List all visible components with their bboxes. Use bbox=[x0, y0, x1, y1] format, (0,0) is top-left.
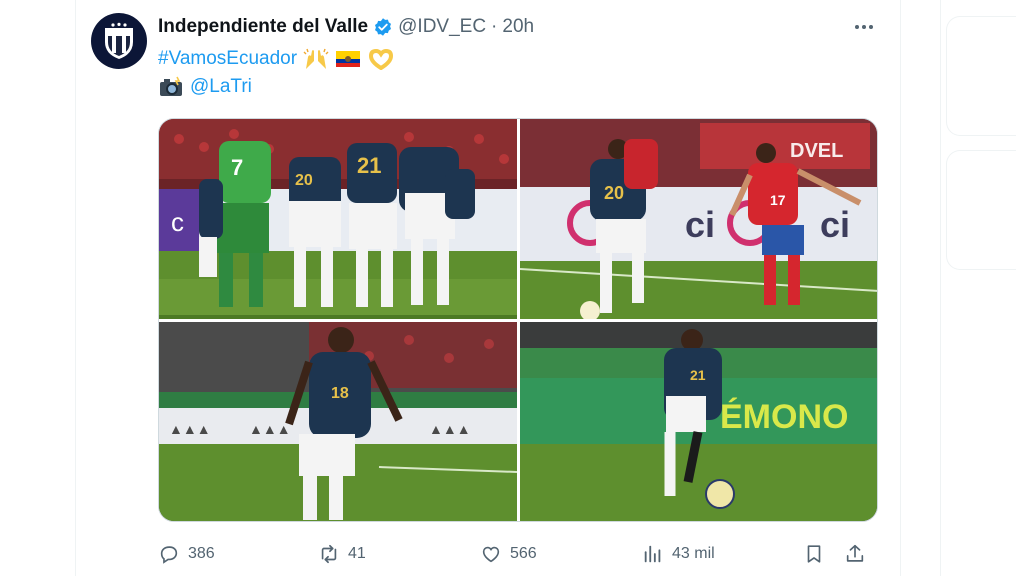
tweet-header: Independiente del Valle @IDV_EC · 20h bbox=[158, 14, 534, 40]
heart-hands-emoji bbox=[367, 48, 395, 70]
views-chart-icon bbox=[644, 545, 661, 563]
avatar[interactable] bbox=[91, 13, 147, 69]
reply-icon bbox=[160, 546, 178, 564]
bookmark-button[interactable] bbox=[803, 536, 825, 572]
repost-count: 41 bbox=[348, 545, 366, 562]
photo-player-21[interactable]: ÉMONO 21 bbox=[520, 322, 877, 521]
tweet-actions: 386 41 566 43 mil bbox=[158, 536, 878, 572]
svg-text:20: 20 bbox=[604, 183, 624, 203]
timeline-right-border bbox=[900, 0, 901, 576]
reply-count: 386 bbox=[188, 545, 215, 562]
banner-text: ÉMONO bbox=[720, 398, 848, 436]
svg-text:20: 20 bbox=[295, 172, 313, 189]
repost-button[interactable]: 41 bbox=[318, 536, 366, 572]
author-display-name[interactable]: Independiente del Valle bbox=[158, 16, 368, 38]
right-sidebar bbox=[940, 0, 1024, 576]
bookmark-icon bbox=[807, 545, 821, 563]
tweet-text-line-2: @LaTri bbox=[158, 75, 252, 99]
svg-text:DVEL: DVEL bbox=[790, 140, 843, 162]
svg-text:▲▲▲: ▲▲▲ bbox=[429, 421, 471, 437]
right-sidebar-edge bbox=[940, 0, 941, 576]
share-button[interactable] bbox=[844, 536, 866, 572]
heart-icon bbox=[482, 546, 500, 563]
post-time[interactable]: 20h bbox=[502, 16, 534, 38]
hashtag-link[interactable]: #VamosEcuador bbox=[158, 48, 297, 70]
svg-text:ci: ci bbox=[820, 204, 850, 245]
tweet-text-line-1: #VamosEcuador bbox=[158, 46, 395, 72]
views-count: 43 mil bbox=[672, 545, 715, 562]
svg-text:21: 21 bbox=[357, 153, 381, 178]
photo-team-huddle[interactable]: c 7 20 21 bbox=[159, 119, 517, 319]
sidebar-card bbox=[946, 16, 1016, 136]
more-options-icon[interactable] bbox=[850, 16, 878, 38]
svg-text:c: c bbox=[171, 207, 184, 237]
author-handle[interactable]: @IDV_EC bbox=[398, 16, 486, 38]
tweet: Independiente del Valle @IDV_EC · 20h #V… bbox=[76, 0, 900, 576]
like-button[interactable]: 566 bbox=[480, 536, 537, 572]
camera-with-flash-emoji bbox=[158, 76, 184, 98]
share-icon bbox=[846, 544, 864, 562]
raising-hands-emoji bbox=[303, 47, 329, 71]
photo-player-18[interactable]: ▲▲▲ ▲▲▲ ▲▲▲ 18 bbox=[159, 322, 517, 521]
mention-link[interactable]: @LaTri bbox=[190, 76, 252, 98]
header-separator: · bbox=[491, 16, 498, 37]
views-button[interactable]: 43 mil bbox=[642, 536, 715, 572]
sidebar-card bbox=[946, 150, 1016, 270]
reply-button[interactable]: 386 bbox=[158, 536, 215, 572]
svg-text:▲▲▲: ▲▲▲ bbox=[249, 421, 291, 437]
repost-icon bbox=[321, 544, 337, 564]
club-crest-icon bbox=[105, 22, 133, 59]
svg-text:21: 21 bbox=[690, 367, 706, 383]
media-grid: c 7 20 21 DVEL ci ci 20 17 ▲▲▲ ▲▲▲ ▲▲▲ 1… bbox=[158, 118, 878, 522]
svg-text:▲▲▲: ▲▲▲ bbox=[169, 421, 211, 437]
svg-text:18: 18 bbox=[331, 385, 349, 402]
verified-badge-icon bbox=[373, 17, 393, 37]
like-count: 566 bbox=[510, 545, 537, 562]
svg-text:17: 17 bbox=[770, 192, 786, 208]
svg-text:7: 7 bbox=[231, 155, 243, 180]
ecuador-flag-emoji bbox=[335, 49, 361, 69]
photo-duel-vs-chile[interactable]: DVEL ci ci 20 17 bbox=[520, 119, 877, 319]
svg-text:ci: ci bbox=[685, 204, 715, 245]
